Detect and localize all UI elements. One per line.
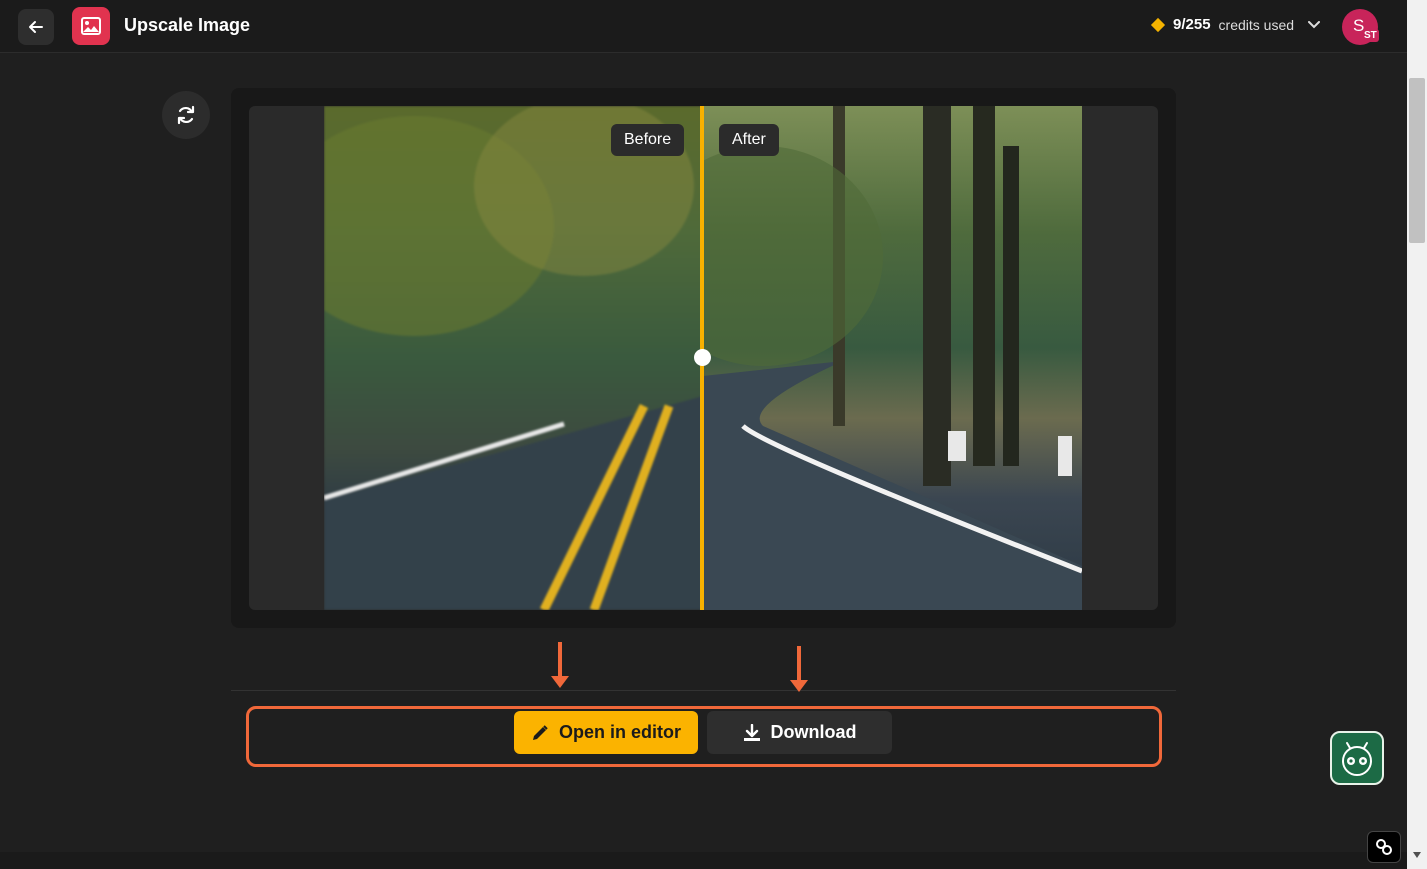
arrow-left-icon [29,21,43,33]
link-icon [1376,839,1392,855]
before-image [324,106,703,610]
divider-handle[interactable] [694,349,711,366]
credits-indicator[interactable]: 9/255 credits used [1150,16,1321,33]
download-icon [743,723,760,741]
top-bar: Upscale Image 9/255 credits used S ST [0,0,1407,53]
section-divider [231,690,1176,691]
avatar[interactable]: S ST [1342,9,1379,45]
pencil-icon [532,724,548,740]
page-title: Upscale Image [124,15,251,35]
refresh-icon [177,105,195,125]
avatar-initials: ST [1362,29,1379,42]
annotation-arrow-download [790,646,808,692]
annotation-arrow-editor [551,642,569,688]
scroll-down-arrow-icon[interactable] [1413,852,1421,858]
bottom-band [0,852,1407,869]
app-icon [72,7,110,45]
refresh-button[interactable] [162,91,210,139]
open-in-editor-label: Open in editor [558,722,681,742]
download-label: Download [770,722,857,742]
chevron-down-icon [1308,20,1321,28]
image-icon [81,17,101,35]
robot-icon [1342,742,1372,776]
annotation-highlight-box [246,706,1162,767]
after-image [643,106,1082,610]
comparison-stage: Before After [249,106,1158,610]
road-photo[interactable] [324,106,1082,610]
download-button[interactable]: Download [707,711,892,754]
credits-label: credits used [1218,16,1295,33]
open-in-editor-button[interactable]: Open in editor [514,711,698,754]
back-button[interactable] [18,9,54,45]
credits-count: 9/255 [1173,16,1211,33]
credit-diamond-icon [1150,17,1166,32]
extension-corner-button[interactable] [1367,831,1401,863]
assistant-bot-button[interactable] [1330,731,1384,785]
scrollbar-thumb[interactable] [1409,78,1425,243]
before-label: Before [611,124,685,156]
after-label: After [719,124,779,156]
